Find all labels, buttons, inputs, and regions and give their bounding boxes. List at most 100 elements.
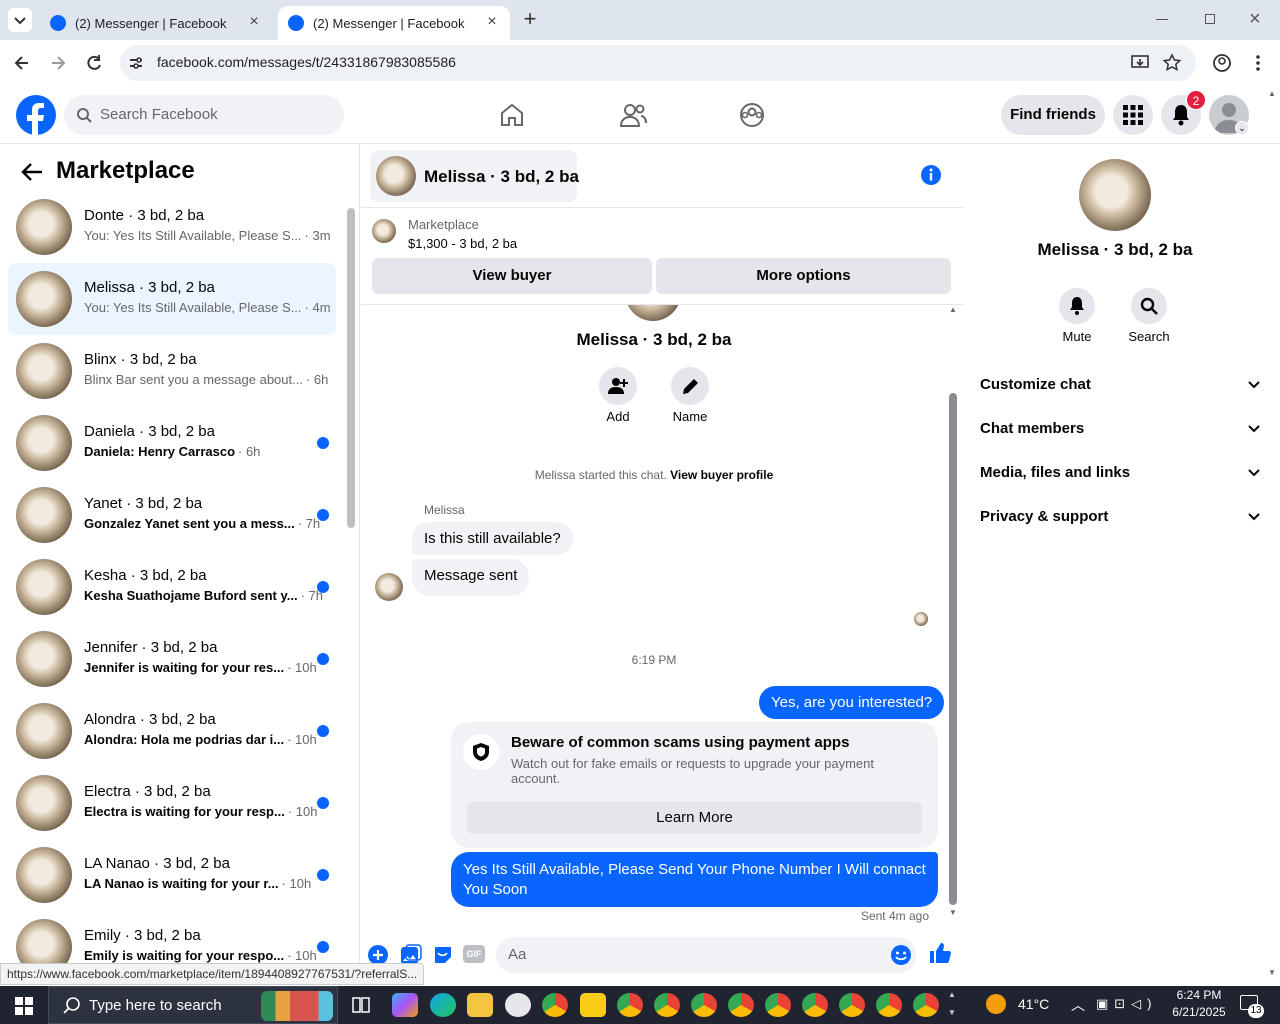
chrome-profile-icon[interactable] — [654, 993, 680, 1017]
message-input[interactable]: Aa — [496, 937, 916, 973]
close-window-icon[interactable]: × — [1249, 8, 1265, 30]
listing-title[interactable]: $1,300 - 3 bd, 2 ba — [408, 236, 517, 251]
more-options-button[interactable]: More options — [656, 258, 951, 294]
chat-members-section[interactable]: Chat members — [980, 407, 1260, 451]
warning-body: Watch out for fake emails or requests to… — [511, 756, 874, 786]
restore-icon[interactable] — [1205, 14, 1215, 24]
conversation-snippet: Daniela: Henry Carrasco · 6h — [84, 444, 260, 459]
chrome-profile-icon[interactable] — [839, 993, 865, 1017]
file-explorer-icon[interactable] — [467, 993, 493, 1017]
learn-more-button[interactable]: Learn More — [467, 802, 922, 834]
gif-button[interactable]: GIF — [463, 945, 485, 963]
scrollbar[interactable] — [347, 208, 355, 528]
page-scroll-down-arrow-icon[interactable]: ▼ — [1268, 968, 1276, 977]
close-tab-icon[interactable]: × — [482, 12, 502, 32]
close-tab-icon[interactable]: × — [244, 12, 264, 32]
conversation-item[interactable]: Yanet · 3 bd, 2 ba Gonzalez Yanet sent yo… — [8, 479, 336, 551]
scroll-down-arrow-icon[interactable]: ▼ — [949, 908, 957, 917]
view-buyer-profile-link[interactable]: View buyer profile — [670, 468, 773, 482]
tab-title: (2) Messenger | Facebook — [313, 15, 465, 31]
site-settings-icon[interactable] — [128, 55, 144, 71]
chrome-profile-icon[interactable] — [617, 993, 643, 1017]
edge-icon[interactable] — [430, 993, 456, 1017]
copilot-icon[interactable] — [392, 993, 418, 1017]
page-scroll-up-arrow-icon[interactable]: ▲ — [1268, 89, 1276, 98]
name-button[interactable] — [671, 367, 709, 405]
details-avatar[interactable] — [1079, 159, 1151, 231]
conversation-item[interactable]: Blinx · 3 bd, 2 ba Blinx Bar sent you a m… — [8, 335, 336, 407]
groups-icon[interactable] — [739, 102, 765, 128]
chat-header: Melissa · 3 bd, 2 ba — [361, 144, 963, 208]
conversation-item[interactable]: Kesha · 3 bd, 2 ba Kesha Suathojame Bufor… — [8, 551, 336, 623]
clock-date[interactable]: 6/21/2025 — [1165, 1005, 1233, 1019]
tray-chevron-icon[interactable]: ︿ — [1071, 995, 1085, 1015]
incoming-message[interactable]: Message sent — [412, 559, 530, 596]
outgoing-message[interactable]: Yes Its Still Available, Please Send You… — [451, 852, 938, 907]
browser-tab-1[interactable]: (2) Messenger | Facebook × — [40, 6, 272, 40]
info-icon[interactable] — [920, 164, 942, 186]
snippet-text: Jennifer is waiting for your res... — [84, 660, 285, 675]
chrome-profile-icon[interactable] — [876, 993, 902, 1017]
reload-icon[interactable] — [84, 53, 104, 73]
conversation-item[interactable]: Electra · 3 bd, 2 ba Electra is waiting f… — [8, 767, 336, 839]
tab-search-dropdown[interactable] — [8, 8, 32, 32]
chrome-profile-icon[interactable] — [728, 993, 754, 1017]
media-files-links-section[interactable]: Media, files and links — [980, 451, 1260, 495]
incoming-message[interactable]: Is this still available? — [412, 522, 573, 555]
privacy-support-section[interactable]: Privacy & support — [980, 495, 1260, 539]
chrome-profile-icon[interactable] — [913, 993, 939, 1017]
install-app-icon[interactable] — [1130, 54, 1150, 72]
chrome-icon[interactable] — [542, 993, 568, 1017]
conversation-item[interactable]: Alondra · 3 bd, 2 ba Alondra: Hola me pod… — [8, 695, 336, 767]
app-icon[interactable] — [505, 993, 531, 1017]
conversation-item[interactable]: Daniela · 3 bd, 2 ba Daniela: Henry Carra… — [8, 407, 336, 479]
clock-time[interactable]: 6:24 PM — [1165, 988, 1233, 1002]
listing-thumbnail[interactable] — [372, 219, 396, 243]
thumbs-up-icon[interactable] — [928, 941, 952, 965]
profile-icon[interactable] — [1212, 53, 1232, 73]
home-icon[interactable] — [499, 102, 525, 128]
back-arrow-icon[interactable] — [20, 161, 44, 183]
outgoing-message[interactable]: Yes, are you interested? — [759, 686, 945, 719]
sticky-notes-icon[interactable] — [580, 993, 606, 1017]
back-arrow-icon[interactable] — [12, 53, 32, 73]
new-tab-button[interactable]: + — [518, 8, 542, 32]
chrome-profile-icon[interactable] — [765, 993, 791, 1017]
chat-title-button[interactable]: Melissa · 3 bd, 2 ba — [370, 150, 579, 202]
conversation-item[interactable]: LA Nanao · 3 bd, 2 ba LA Nanao is waiting… — [8, 839, 336, 911]
tray-icons[interactable]: ▣⊡◁) — [1096, 996, 1158, 1012]
taskbar-search-box[interactable]: Type here to search — [48, 986, 338, 1024]
friends-icon[interactable] — [619, 102, 647, 128]
mute-button[interactable] — [1059, 288, 1095, 324]
account-chevron-icon[interactable]: ⌄ — [1235, 121, 1249, 135]
url-bar[interactable]: facebook.com/messages/t/2433186798308558… — [120, 45, 1196, 81]
bookmark-star-icon[interactable] — [1162, 53, 1182, 73]
chrome-profile-icon[interactable] — [691, 993, 717, 1017]
menu-button[interactable] — [1113, 95, 1153, 135]
windows-start-icon[interactable] — [15, 997, 33, 1015]
weather-temp[interactable]: 41°C — [1018, 996, 1049, 1012]
add-button[interactable] — [599, 367, 637, 405]
customize-chat-section[interactable]: Customize chat — [980, 363, 1260, 407]
browser-menu-icon[interactable] — [1250, 53, 1266, 73]
facebook-search-input[interactable]: Search Facebook — [64, 95, 344, 135]
task-view-icon[interactable] — [348, 993, 374, 1017]
view-buyer-button[interactable]: View buyer — [372, 258, 652, 294]
find-friends-button[interactable]: Find friends — [1001, 95, 1105, 135]
browser-tab-2[interactable]: (2) Messenger | Facebook × — [278, 6, 510, 40]
facebook-logo-icon[interactable] — [16, 95, 56, 135]
chrome-profile-icon[interactable] — [802, 993, 828, 1017]
conversation-item[interactable]: Melissa · 3 bd, 2 ba You: Yes Its Still A… — [8, 263, 336, 335]
conversation-item[interactable]: Jennifer · 3 bd, 2 ba Jennifer is waiting… — [8, 623, 336, 695]
sender-avatar[interactable] — [375, 573, 403, 601]
forward-arrow-icon[interactable] — [48, 53, 68, 73]
search-conversation-button[interactable] — [1131, 288, 1167, 324]
weather-icon[interactable] — [986, 994, 1006, 1014]
conversation-item[interactable]: Donte · 3 bd, 2 ba You: Yes Its Still Ava… — [8, 191, 336, 263]
sticker-icon[interactable] — [432, 944, 454, 966]
taskbar-scroll-arrows[interactable]: ▲ ▼ — [948, 986, 960, 1024]
thread-scrollbar[interactable] — [949, 393, 957, 905]
emoji-icon[interactable] — [890, 944, 912, 966]
minimize-icon[interactable] — [1156, 19, 1168, 20]
scroll-up-arrow-icon[interactable]: ▲ — [949, 305, 957, 314]
